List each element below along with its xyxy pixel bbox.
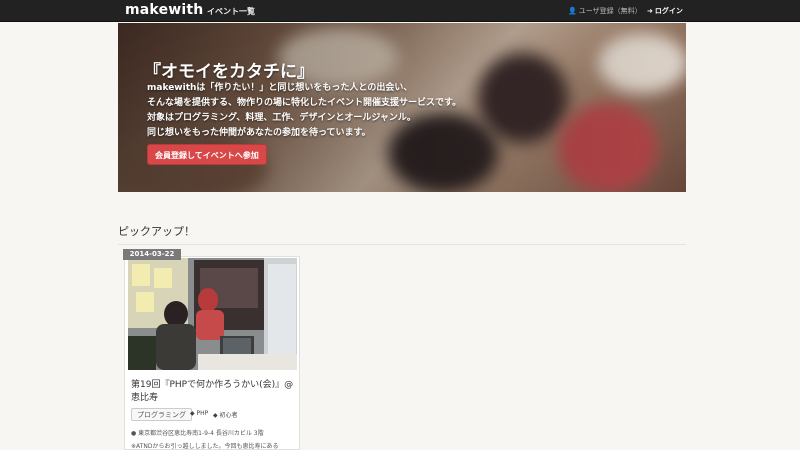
hero-line: makewithは「作りたい！」と同じ想いをもった人との出会い、	[147, 83, 413, 93]
hero-description: makewithは「作りたい！」と同じ想いをもった人との出会い、 そんな場を提供…	[147, 81, 461, 141]
tag-programming[interactable]: プログラミング	[131, 408, 192, 421]
nav-login-link[interactable]: ➜ ログイン	[647, 6, 683, 16]
hero-line: 対象はプログラミング、料理、工作、デザインとオールジャンル。	[147, 113, 416, 123]
event-address: ● 東京都渋谷区恵比寿南1-9-4 長谷川カビル 3階	[131, 428, 264, 437]
nav-event-list-link[interactable]: イベント一覧	[207, 6, 255, 17]
brand-logo[interactable]: makewith	[125, 2, 203, 18]
event-photo-illustration	[128, 258, 297, 370]
user-icon: 👤	[568, 7, 577, 15]
event-address-text: 東京都渋谷区恵比寿南1-9-4 長谷川カビル 3階	[138, 430, 264, 437]
section-divider	[118, 244, 686, 245]
nav-register-link[interactable]: 👤 ユーザ登録（無料）	[568, 6, 642, 16]
tag-beginner[interactable]: ◆ 初心者	[213, 410, 238, 419]
event-title[interactable]: 第19回『PHPで何か作ろうかい(会)』@恵比寿	[131, 379, 296, 405]
hero-line: そんな場を提供する、物作りの場に特化したイベント開催支援サービスです。	[147, 98, 462, 108]
hero-line: 同じ想いをもった仲間があなたの参加を待っています。	[147, 128, 371, 138]
nav-register-label: ユーザ登録（無料）	[578, 7, 642, 15]
pickup-heading: ピックアップ！	[118, 225, 195, 238]
event-photo[interactable]	[128, 258, 297, 370]
nav-login-label: ログイン	[654, 7, 683, 15]
tag-label: 初心者	[219, 412, 238, 419]
register-cta-button[interactable]: 会員登録してイベントへ参加	[147, 144, 267, 165]
tag-php[interactable]: ◆ PHP	[190, 410, 208, 417]
login-icon: ➜	[647, 7, 653, 15]
hero-banner: 『オモイをカタチに』 makewithは「作りたい！」と同じ想いをもった人との出…	[118, 23, 686, 192]
event-date-badge: 2014-03-22	[123, 249, 181, 260]
event-note: ※ATNDからお引っ越ししました。今回も恵比寿にある	[131, 443, 279, 450]
top-navbar: makewith イベント一覧 👤 ユーザ登録（無料） ➜ ログイン	[0, 0, 800, 22]
hero-title: 『オモイをカタチに』	[144, 62, 314, 82]
tag-label: PHP	[196, 410, 209, 417]
